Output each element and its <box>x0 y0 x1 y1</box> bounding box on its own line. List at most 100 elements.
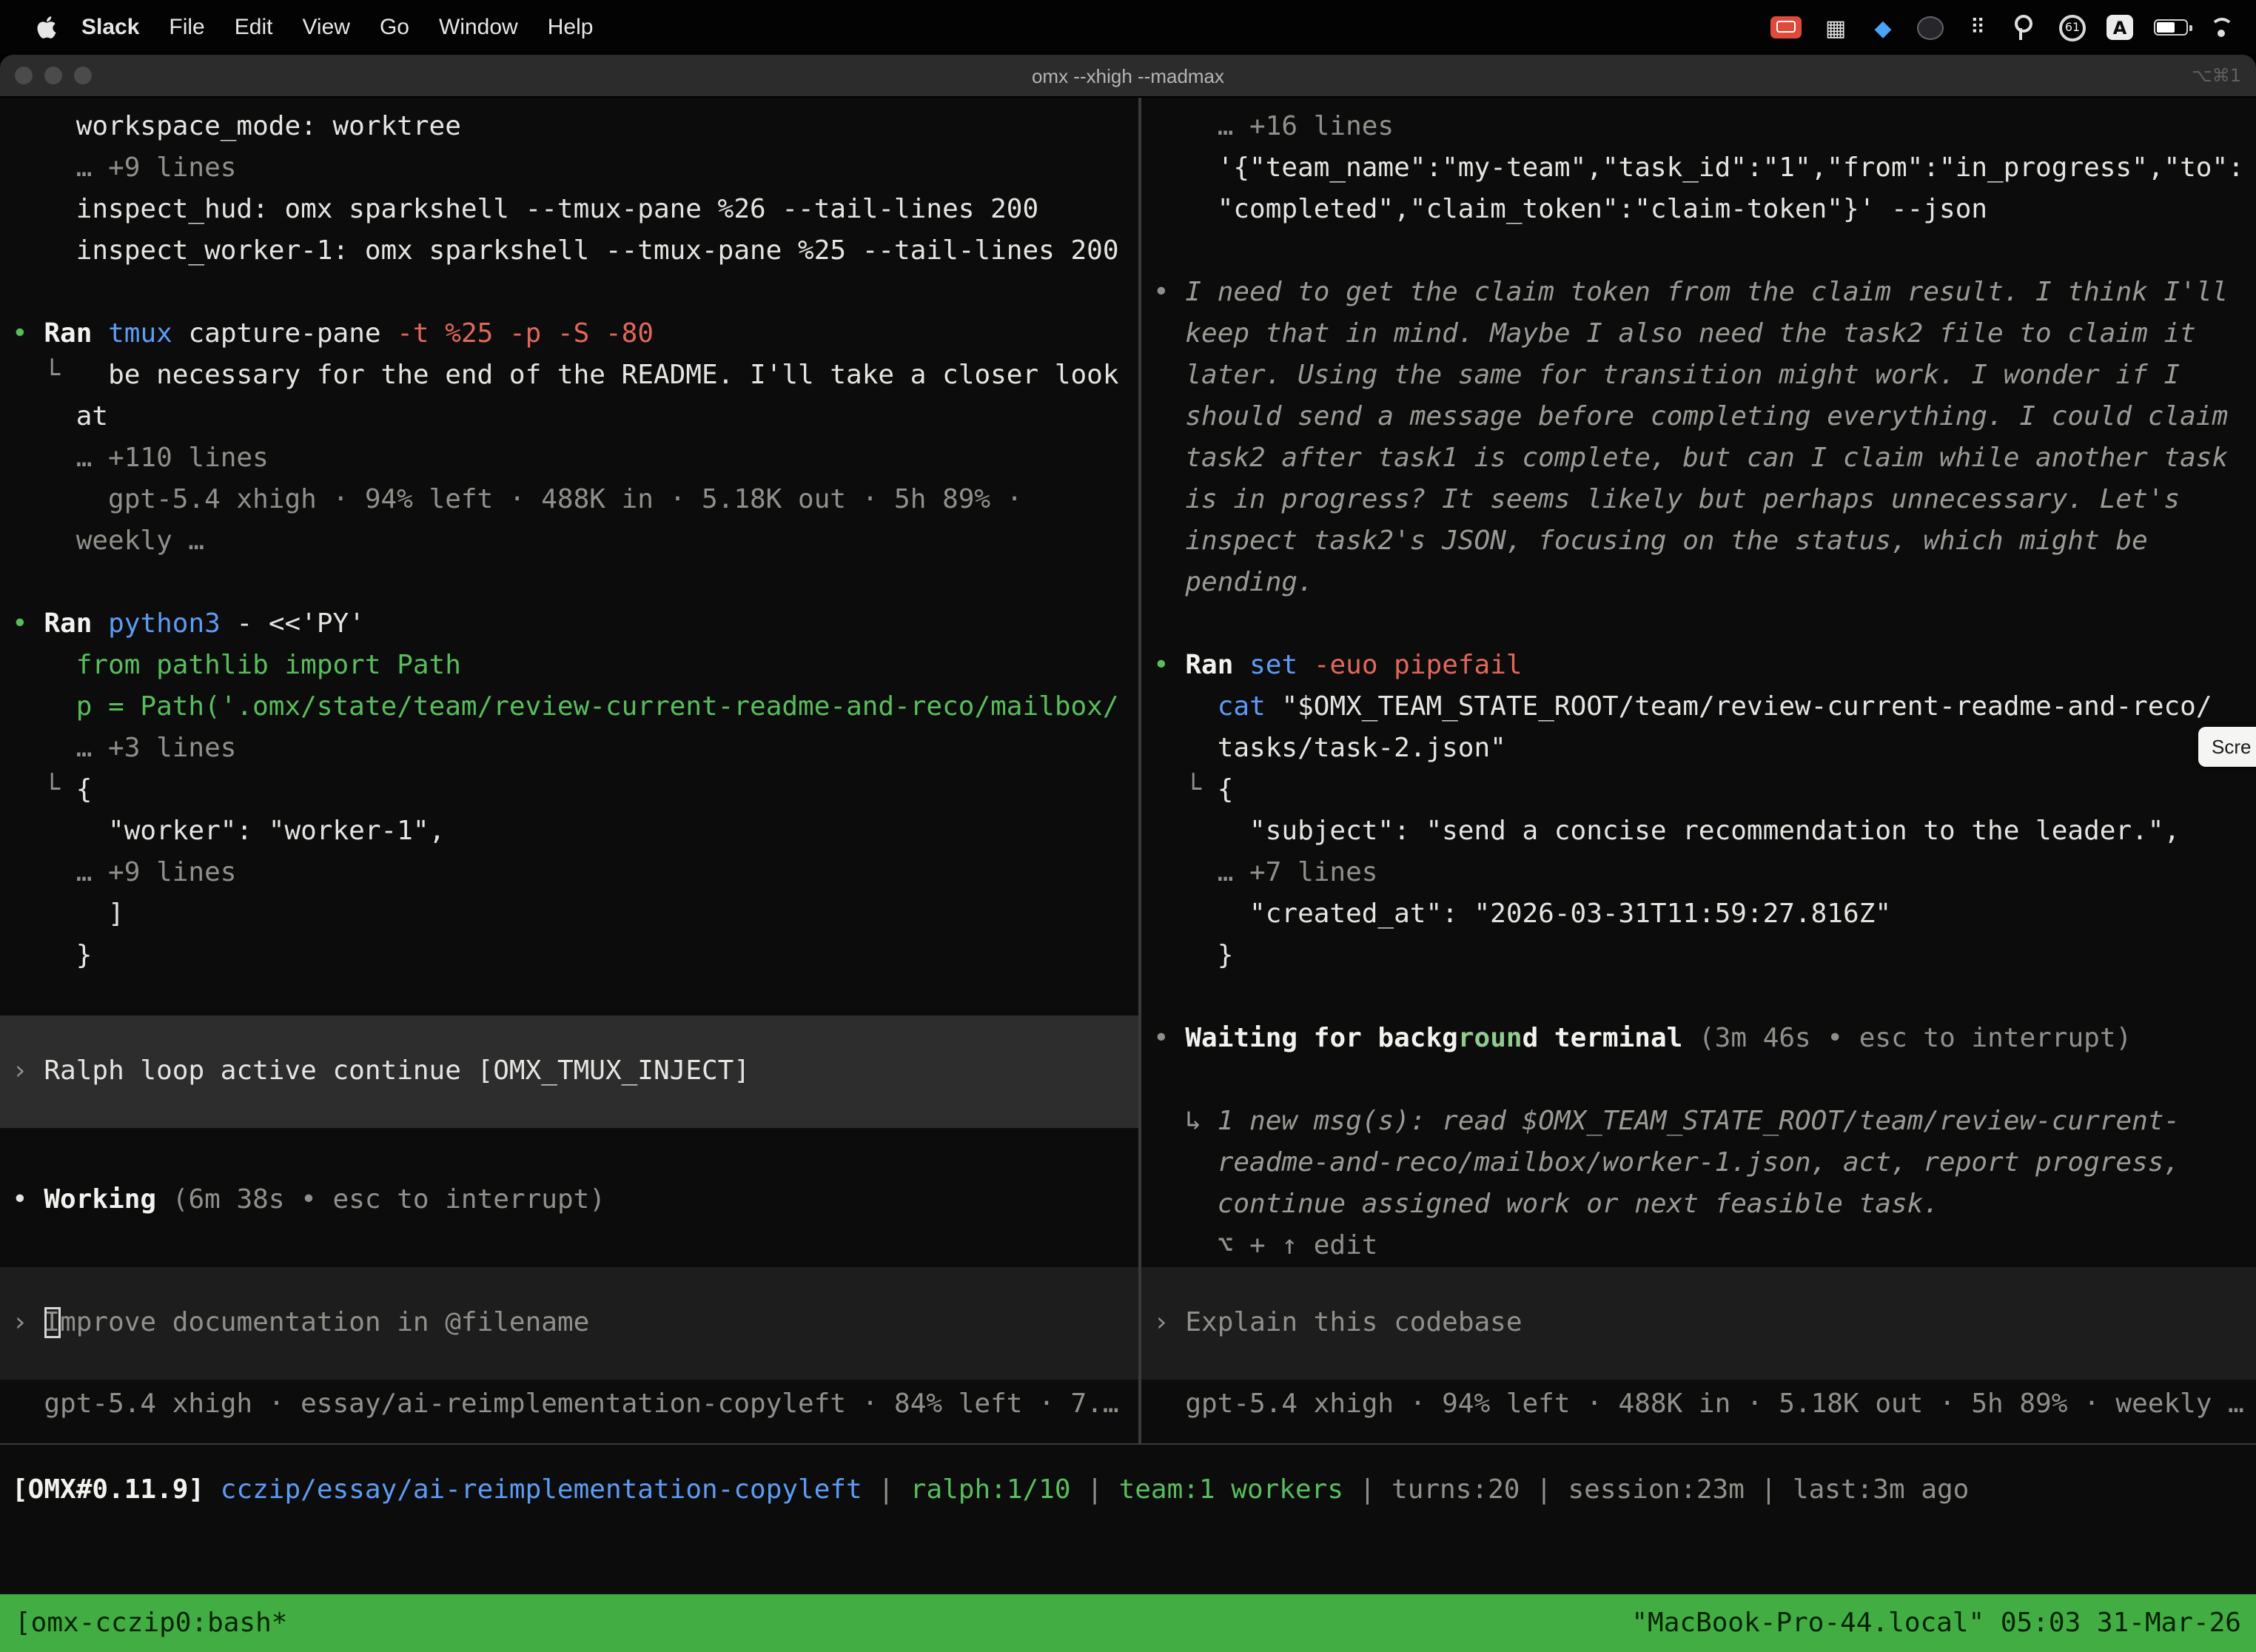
text-segment: | <box>1343 1474 1391 1505</box>
titlebar-shortcut-hint: ⌥⌘1 <box>2192 65 2256 86</box>
text-segment: python3 <box>108 608 236 639</box>
working-status: • Working (6m 38s • esc to interrupt) <box>0 1180 1138 1221</box>
text-segment: cat <box>1218 691 1282 722</box>
terminal-line: continue assigned work or next feasible … <box>1141 1184 2256 1226</box>
text-segment: Ralph loop active continue [OMX_TMUX_INJ… <box>44 1055 750 1087</box>
terminal-line: … +3 lines <box>0 728 1138 770</box>
text-segment: gpt-5.4 xhigh · 94% left · 488K in · 5.1… <box>1153 1389 2244 1420</box>
terminal-line <box>1141 604 2256 645</box>
text-segment: • <box>12 1184 44 1215</box>
text-segment: pending. <box>1153 567 1314 598</box>
text-segment: 1 new msg(s): read $OMX_TEAM_STATE_ROOT/… <box>1218 1106 2180 1137</box>
text-segment: ralph:1/10 <box>910 1474 1071 1505</box>
input-source-icon[interactable]: A <box>2106 15 2133 40</box>
text-segment: } <box>12 940 92 971</box>
terminal-line: pending. <box>1141 563 2256 604</box>
terminal-line: weekly … <box>0 521 1138 563</box>
terminal-line: } <box>1141 936 2256 977</box>
terminal-line: • Ran set -euo pipefail <box>1141 645 2256 687</box>
terminal-line: keep that in mind. Maybe I also need the… <box>1141 314 2256 355</box>
terminal-line: … +9 lines <box>0 853 1138 894</box>
pane-right[interactable]: … +16 lines '{"team_name":"my-team","tas… <box>1141 98 2256 1443</box>
pane-left-scrollback: workspace_mode: worktree … +9 lines insp… <box>0 107 1138 977</box>
text-segment: team:1 workers <box>1119 1474 1343 1505</box>
text-segment: (3m 46s • esc to interrupt) <box>1699 1023 2132 1054</box>
menubar-status-icons: ▦ ◆ ⠿ 61 A <box>1770 11 2241 44</box>
text-segment: } <box>1153 940 1233 971</box>
window-titlebar[interactable]: omx --xhigh --madmax ⌥⌘1 <box>0 55 2256 98</box>
dark-circle-icon[interactable] <box>1917 16 1944 39</box>
prompt-input-left[interactable]: › Improve documentation in @filename <box>0 1267 1138 1380</box>
terminal-line: gpt-5.4 xhigh · essay/ai-reimplementatio… <box>0 1384 1138 1426</box>
menu-item-file[interactable]: File <box>154 15 219 40</box>
menu-item-slack[interactable]: Slack <box>67 15 154 40</box>
terminal-line <box>1141 1060 2256 1101</box>
menubar: Slack FileEditViewGoWindowHelp ▦ ◆ ⠿ 61 A <box>0 0 2256 55</box>
text-segment: • <box>1153 277 1185 308</box>
text-cursor: I <box>44 1307 60 1338</box>
text-segment: └ <box>12 774 76 805</box>
terminal-line: "worker": "worker-1", <box>0 811 1138 853</box>
text-segment: └ <box>1153 774 1218 805</box>
terminal-line: • Ran tmux capture-pane -t %25 -p -S -80 <box>0 314 1138 355</box>
menu-item-edit[interactable]: Edit <box>220 15 288 40</box>
text-segment: "created_at": "2026-03-31T11:59:27.816Z" <box>1153 899 1891 930</box>
text-segment: | <box>1520 1474 1568 1505</box>
tmux-session-label[interactable]: [omx-cczip0:bash* <box>15 1608 287 1639</box>
dots-grid-icon[interactable]: ⠿ <box>1964 11 1991 44</box>
text-segment: be necessary for the end of the README. … <box>108 360 1118 391</box>
terminal-line: › Ralph loop active continue [OMX_TMUX_I… <box>0 1051 1138 1092</box>
blue-orb-icon[interactable]: ◆ <box>1870 11 1896 44</box>
text-segment: I need to get the claim token from the c… <box>1185 277 2228 308</box>
text-segment: Ran <box>44 318 108 349</box>
terminal-line: ] <box>0 894 1138 936</box>
text-segment: | <box>862 1474 910 1505</box>
terminal-line <box>0 272 1138 314</box>
text-segment: (6m 38s • esc to interrupt) <box>172 1184 605 1215</box>
text-segment: Working <box>44 1184 172 1215</box>
pane-right-scrollback: … +16 lines '{"team_name":"my-team","tas… <box>1141 107 2256 1267</box>
text-segment: ↳ <box>1153 1106 1218 1137</box>
battery-icon[interactable] <box>2154 19 2188 36</box>
text-segment: "worker": "worker-1", <box>12 816 445 847</box>
key-icon[interactable] <box>2012 14 2038 41</box>
text-segment: › <box>12 1307 44 1338</box>
menu-item-help[interactable]: Help <box>533 15 608 40</box>
text-segment: … +9 lines <box>12 857 236 888</box>
wifi-icon[interactable] <box>2209 18 2235 37</box>
battery-ring-icon[interactable]: 61 <box>2059 14 2086 41</box>
terminal-line: inspect task2's JSON, focusing on the st… <box>1141 521 2256 563</box>
text-segment: gpt-5.4 xhigh · essay/ai-reimplementatio… <box>12 1389 1119 1420</box>
window-grid-icon[interactable]: ▦ <box>1822 11 1849 44</box>
screen-recording-icon[interactable] <box>1770 16 1802 38</box>
terminal-line: • I need to get the claim token from the… <box>1141 272 2256 314</box>
terminal-line: "completed","claim_token":"claim-token"}… <box>1141 189 2256 231</box>
prompt-input-right[interactable]: › Explain this codebase <box>1141 1267 2256 1380</box>
terminal-line: ⌥ + ↑ edit <box>1141 1226 2256 1267</box>
text-segment <box>1153 691 1218 722</box>
text-segment: … +7 lines <box>1153 857 1377 888</box>
apple-menu-icon[interactable] <box>27 15 67 40</box>
tooltip-text: Scre <box>2212 736 2251 758</box>
terminal-line: [OMX#0.11.9] cczip/essay/ai-reimplementa… <box>0 1470 2256 1511</box>
tmux-panes: workspace_mode: worktree … +9 lines insp… <box>0 98 2256 1443</box>
terminal-line: inspect_hud: omx sparkshell --tmux-pane … <box>0 189 1138 231</box>
text-segment: turns:20 <box>1391 1474 1520 1505</box>
text-segment: Ran <box>1185 650 1249 681</box>
terminal-line: "created_at": "2026-03-31T11:59:27.816Z" <box>1141 894 2256 936</box>
menu-item-view[interactable]: View <box>287 15 365 40</box>
pane-left[interactable]: workspace_mode: worktree … +9 lines insp… <box>0 98 1138 1443</box>
menu-item-window[interactable]: Window <box>424 15 533 40</box>
text-segment: | <box>1071 1474 1119 1505</box>
text-segment: p = Path('.omx/state/team/review-current… <box>76 691 1119 722</box>
terminal-line: … +110 lines <box>0 438 1138 480</box>
text-segment: continue assigned work or next feasible … <box>1153 1189 1939 1220</box>
terminal-window: omx --xhigh --madmax ⌥⌘1 workspace_mode:… <box>0 55 2256 1652</box>
text-segment: capture-pane <box>188 318 397 349</box>
text-segment: inspect task2's JSON, focusing on the st… <box>1153 526 2148 557</box>
screen-share-tooltip: Scre <box>2198 727 2256 767</box>
text-segment: tmux <box>108 318 188 349</box>
terminal-line: cat "$OMX_TEAM_STATE_ROOT/team/review-cu… <box>1141 687 2256 728</box>
screen: Slack FileEditViewGoWindowHelp ▦ ◆ ⠿ 61 A om… <box>0 0 2256 1652</box>
menu-item-go[interactable]: Go <box>365 15 424 40</box>
